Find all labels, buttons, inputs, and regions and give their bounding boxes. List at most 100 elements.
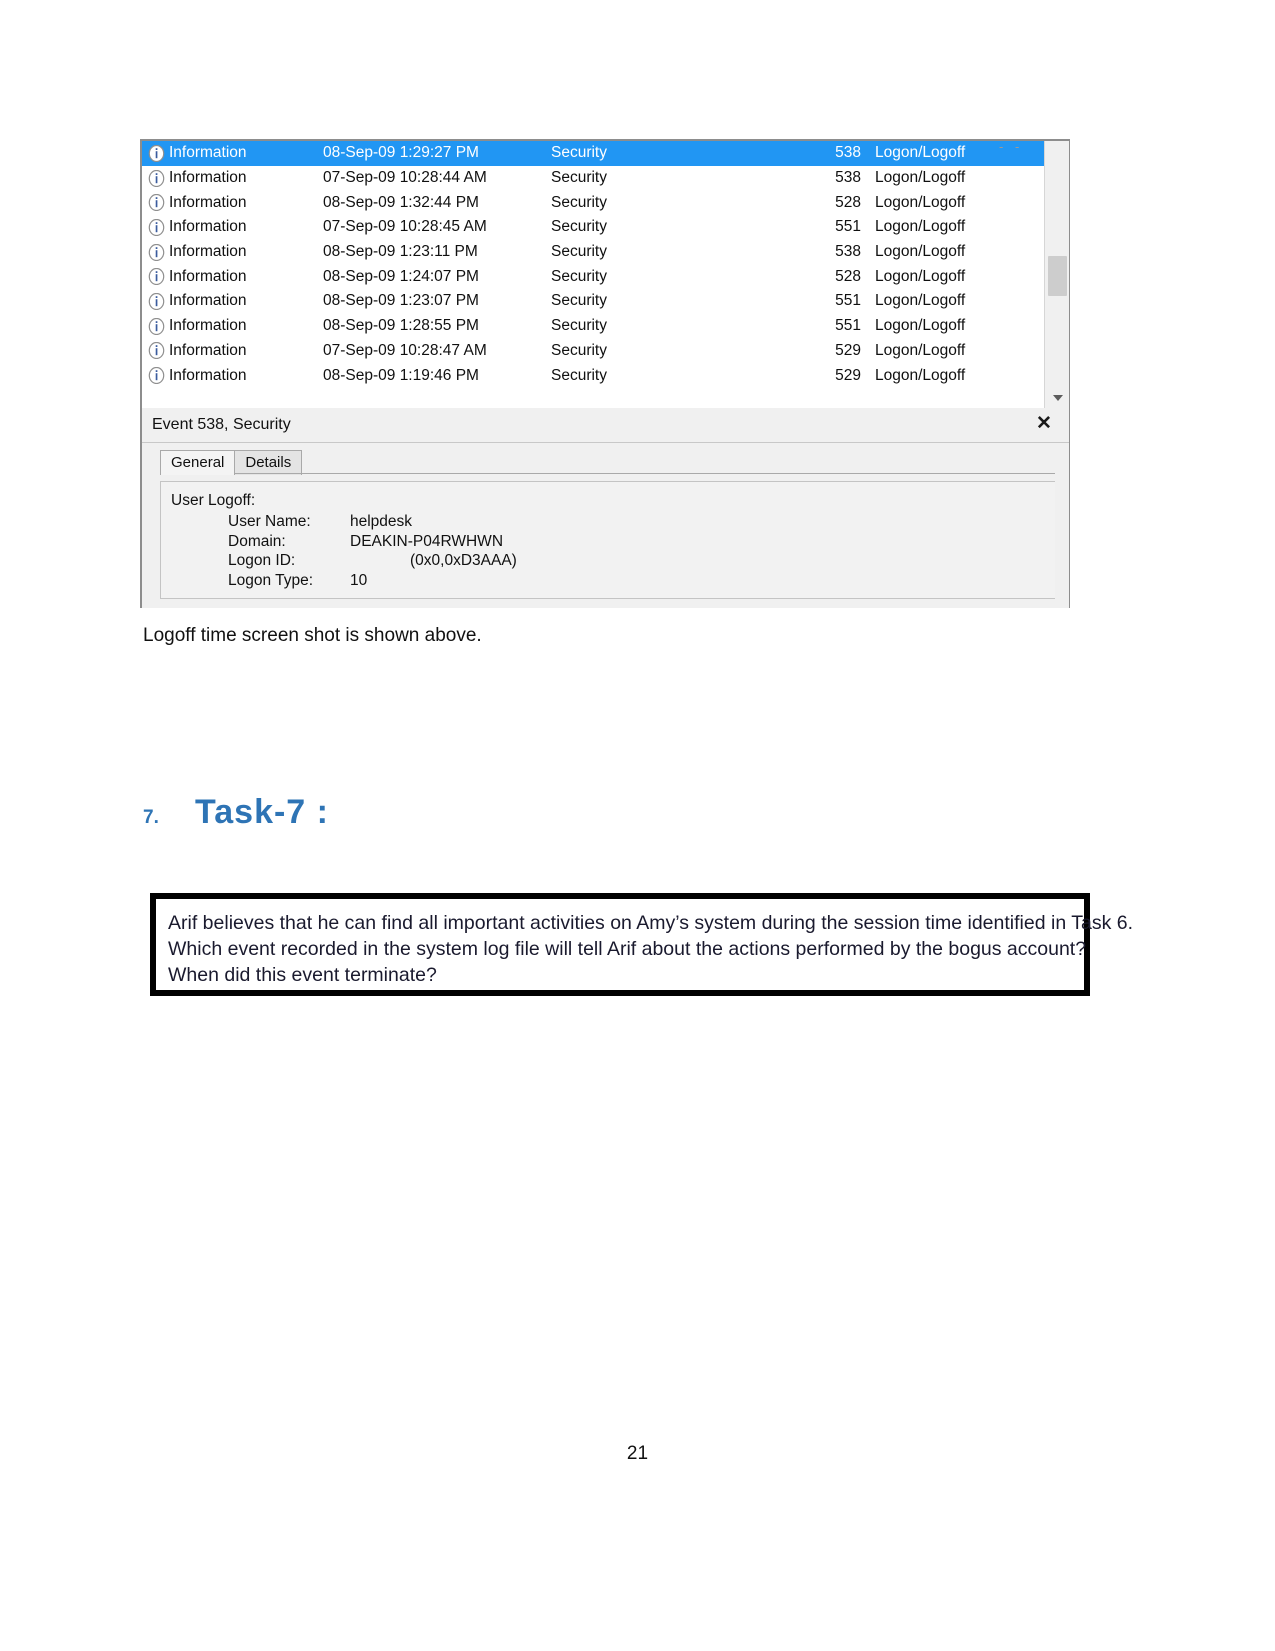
information-icon [148,194,165,212]
cell-event-id: 538 [835,144,861,162]
tab-details[interactable]: Details [234,450,303,475]
information-icon [148,268,165,286]
cell-source: Security [551,169,607,187]
cell-event-id: 538 [835,169,861,187]
cell-event-id: 528 [835,267,861,285]
event-detail-title: Event 538, Security [152,416,291,433]
cell-event-id: 551 [835,292,861,310]
cell-event-id: 538 [835,243,861,261]
section-heading-text: Task-7 : [195,793,329,831]
cell-date-time: 07-Sep-09 10:28:47 AM [323,341,487,359]
cell-task-category: Logon/Logoff [875,243,966,261]
cell-date-time: 08-Sep-09 1:28:55 PM [323,317,479,335]
cell-task-category: Logon/Logoff [875,341,966,359]
table-row[interactable]: Information 08-Sep-09 1:28:55 PM Security 5… [142,314,1069,339]
cell-level: Information [169,218,247,236]
cell-event-id: 529 [835,341,861,359]
information-icon [148,144,165,162]
table-row[interactable]: Information 08-Sep-09 1:24:07 PM Security 5… [142,264,1069,289]
cell-task-category: Logon/Logoff [875,193,966,211]
cell-date-time: 07-Sep-09 10:28:44 AM [323,169,487,187]
detail-field-row: User Name: helpdesk [171,512,1055,532]
detail-field-label: User Name: [228,513,311,530]
scroll-down-arrow-icon[interactable] [1045,385,1069,408]
information-icon [148,342,165,360]
cell-date-time: 08-Sep-09 1:23:07 PM [323,292,479,310]
event-viewer-screenshot: - - Information 08-Sep-09 1:29:27 PM Secur… [140,139,1070,611]
event-log-list[interactable]: - - Information 08-Sep-09 1:29:27 PM Secur… [140,139,1070,408]
cell-level: Information [169,267,247,285]
question-box: Arif believes that he can find all impor… [150,893,1134,996]
table-row[interactable]: Information 08-Sep-09 1:32:44 PM Security 5… [142,190,1069,215]
cell-task-category: Logon/Logoff [875,169,966,187]
event-log-rows: Information 08-Sep-09 1:29:27 PM Security 5… [142,141,1069,388]
cell-date-time: 07-Sep-09 10:28:45 AM [323,218,487,236]
screenshot-bottom-crop [140,608,1070,611]
detail-field-value: (0x0,0xD3AAA) [410,552,517,569]
information-icon [148,367,165,385]
information-icon [148,292,165,310]
cell-task-category: Logon/Logoff [875,317,966,335]
question-line: Arif believes that he can find all impor… [168,912,1134,934]
table-row[interactable]: Information 07-Sep-09 10:28:47 AM Security… [142,339,1069,364]
cell-level: Information [169,292,247,310]
cell-source: Security [551,267,607,285]
cell-level: Information [169,193,247,211]
cell-date-time: 08-Sep-09 1:32:44 PM [323,193,479,211]
table-row[interactable]: Information 07-Sep-09 10:28:44 AM Security… [142,166,1069,191]
cell-date-time: 08-Sep-09 1:29:27 PM [323,144,479,162]
event-description-fields: User Name: helpdesk Domain: DEAKIN-P04RWHWN… [171,512,1055,590]
event-description-title: User Logoff: [171,492,256,509]
table-row[interactable]: Information 08-Sep-09 1:29:27 PM Security 5… [142,141,1069,166]
table-row[interactable]: Information 08-Sep-09 1:23:07 PM Security 5… [142,289,1069,314]
detail-field-label: Logon ID: [228,552,296,569]
table-row[interactable]: Information 07-Sep-09 10:28:45 AM Security… [142,215,1069,240]
cell-source: Security [551,218,607,236]
cell-level: Information [169,169,247,187]
cell-source: Security [551,317,607,335]
question-line: Which event recorded in the system log f… [168,938,1087,960]
tab-general[interactable]: General [160,450,236,475]
cell-source: Security [551,341,607,359]
detail-field-label: Logon Type: [228,571,314,589]
cell-date-time: 08-Sep-09 1:24:07 PM [323,267,479,285]
cell-level: Information [169,144,247,162]
page-number: 21 [626,1443,649,1464]
section-heading-number: 7. [143,807,159,828]
detail-field-label: Domain: [228,532,286,550]
scrollbar-thumb[interactable] [1048,256,1067,296]
list-vertical-scrollbar[interactable] [1044,141,1069,408]
detail-field-value: 10 [350,571,368,589]
cell-date-time: 08-Sep-09 1:23:11 PM [323,243,478,261]
table-row[interactable]: Information 08-Sep-09 1:23:11 PM Security 5… [142,240,1069,265]
cell-level: Information [169,317,247,335]
event-detail-pane: Event 538, Security ✕ General Details Us… [140,408,1070,611]
figure-caption: Logoff time screen shot is shown above. [143,625,482,646]
cell-level: Information [169,366,247,384]
column-header-remnant: - - [999,143,1024,153]
cell-event-id: 551 [835,317,861,335]
tab-underline [160,473,1055,474]
cell-source: Security [551,292,607,310]
event-description-box: User Logoff: User Name: helpdesk Domain: DE… [160,481,1055,599]
cell-task-category: Logon/Logoff [875,218,966,236]
detail-field-row: Logon ID: (0x0,0xD3AAA) [171,551,1055,571]
cell-task-category: Logon/Logoff [875,292,966,310]
cell-event-id: 528 [835,193,861,211]
cell-level: Information [169,243,247,261]
close-icon[interactable]: ✕ [1033,414,1055,436]
event-detail-tabs: General Details [142,448,1069,475]
event-detail-header: Event 538, Security ✕ [142,408,1069,443]
information-icon [148,317,165,335]
information-icon [148,218,165,236]
cell-level: Information [169,341,247,359]
cell-source: Security [551,366,607,384]
question-line: When did this event terminate? [168,964,437,986]
cell-event-id: 551 [835,218,861,236]
information-icon [148,243,165,261]
information-icon [148,169,165,187]
detail-field-row: Domain: DEAKIN-P04RWHWN [171,532,1055,552]
cell-task-category: Logon/Logoff [875,366,966,384]
cell-date-time: 08-Sep-09 1:19:46 PM [323,366,479,384]
table-row[interactable]: Information 08-Sep-09 1:19:46 PM Security 5… [142,363,1069,388]
